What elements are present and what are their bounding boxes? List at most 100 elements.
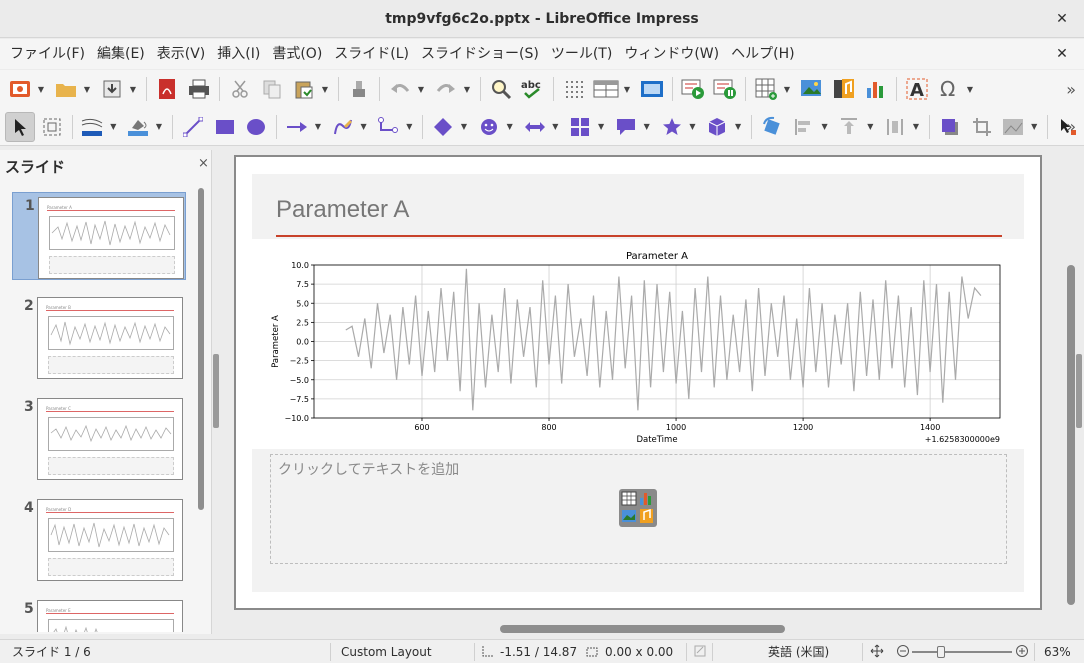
fit-slide-icon[interactable] [870, 644, 884, 660]
insert-textbox-icon[interactable]: A [902, 74, 932, 104]
zoom-pan-icon[interactable] [37, 112, 67, 142]
insert-table-icon[interactable] [751, 74, 781, 104]
block-arrows-icon[interactable] [520, 112, 550, 142]
basic-shapes-dropdown-icon[interactable]: ▼ [459, 112, 469, 142]
insert-audio-video-icon[interactable] [829, 74, 859, 104]
insert-chart-icon[interactable] [861, 74, 891, 104]
basic-shapes-icon[interactable] [428, 112, 458, 142]
filter-icon[interactable] [998, 112, 1028, 142]
redo-dropdown-icon[interactable]: ▼ [462, 74, 472, 104]
undo-dropdown-icon[interactable]: ▼ [416, 74, 426, 104]
master-slide-icon[interactable] [637, 74, 667, 104]
curves-dropdown-icon[interactable]: ▼ [359, 112, 369, 142]
language-status[interactable]: 英語 (米国) [768, 644, 829, 660]
display-grid-icon[interactable] [559, 74, 589, 104]
zoom-in-icon[interactable] [1015, 644, 1029, 660]
content-placeholder[interactable]: クリックしてテキストを追加 [270, 454, 1007, 564]
lines-arrows-dropdown-icon[interactable]: ▼ [313, 112, 323, 142]
paste-icon[interactable] [289, 74, 319, 104]
slide-thumbnail[interactable]: 3 Parameter C [12, 394, 186, 482]
fill-color-icon[interactable] [123, 112, 153, 142]
new-presentation-icon[interactable] [5, 74, 35, 104]
zoom-slider-handle[interactable] [937, 646, 945, 658]
slides-panel-close-icon[interactable]: × [198, 156, 209, 171]
symbol-shapes-dropdown-icon[interactable]: ▼ [505, 112, 515, 142]
new-dropdown-icon[interactable]: ▼ [36, 74, 46, 104]
horizontal-scroll-thumb[interactable] [500, 625, 785, 633]
clone-formatting-icon[interactable] [344, 74, 374, 104]
start-current-slide-icon[interactable] [710, 74, 740, 104]
curves-polygons-icon[interactable] [328, 112, 358, 142]
slide-thumbnail[interactable]: 4 Parameter D [12, 495, 186, 583]
zoom-out-icon[interactable] [896, 644, 910, 660]
menu-tools[interactable]: ツール(T) [545, 39, 618, 69]
undo-icon[interactable] [385, 74, 415, 104]
draw-line-icon[interactable] [178, 112, 208, 142]
special-character-dropdown-icon[interactable]: ▼ [965, 74, 975, 104]
3d-objects-dropdown-icon[interactable]: ▼ [733, 112, 743, 142]
menu-format[interactable]: 書式(O) [266, 39, 328, 69]
vertical-scroll-thumb[interactable] [1067, 265, 1075, 605]
filter-dropdown-icon[interactable]: ▼ [1029, 112, 1039, 142]
paste-dropdown-icon[interactable]: ▼ [320, 74, 330, 104]
flowchart-dropdown-icon[interactable]: ▼ [596, 112, 606, 142]
start-first-slide-icon[interactable] [678, 74, 708, 104]
draw-rectangle-icon[interactable] [210, 112, 240, 142]
connectors-icon[interactable] [374, 112, 404, 142]
rotate-icon[interactable] [757, 112, 787, 142]
callouts-dropdown-icon[interactable]: ▼ [642, 112, 652, 142]
stars-banners-icon[interactable] [657, 112, 687, 142]
toolbar-overflow-icon[interactable]: » [1066, 80, 1076, 99]
menu-slide[interactable]: スライド(L) [328, 39, 415, 69]
slides-panel-scrollbar[interactable] [196, 188, 206, 632]
menu-help[interactable]: ヘルプ(H) [725, 39, 800, 69]
chart-image[interactable]: 10.0 7.5 5.0 2.5 0.0 −2.5 −5.0 −7.5 −10.0 600 800 1… [236, 239, 1024, 449]
3d-objects-icon[interactable] [702, 112, 732, 142]
stars-dropdown-icon[interactable]: ▼ [687, 112, 697, 142]
crop-icon[interactable] [967, 112, 997, 142]
save-dropdown-icon[interactable]: ▼ [128, 74, 138, 104]
display-views-icon[interactable] [591, 74, 621, 104]
insert-image-icon[interactable] [797, 74, 827, 104]
redo-icon[interactable] [431, 74, 461, 104]
line-color-dropdown-icon[interactable]: ▼ [108, 112, 118, 142]
special-character-icon[interactable]: Ω [934, 74, 964, 104]
export-pdf-icon[interactable] [152, 74, 182, 104]
select-pointer-icon[interactable] [5, 111, 35, 142]
flowchart-icon[interactable] [565, 112, 595, 142]
horizontal-scrollbar[interactable] [222, 622, 1064, 636]
align-objects-icon[interactable] [789, 112, 819, 142]
distribute-dropdown-icon[interactable]: ▼ [911, 112, 921, 142]
zoom-slider[interactable] [912, 651, 1012, 653]
arrange-dropdown-icon[interactable]: ▼ [865, 112, 875, 142]
lines-arrows-icon[interactable] [282, 112, 312, 142]
menu-insert[interactable]: 挿入(I) [211, 39, 266, 69]
zoom-level-status[interactable]: 63% [1044, 644, 1071, 660]
slide-thumbnail[interactable]: 5 Parameter E [12, 596, 186, 632]
slide-thumbnail[interactable]: 2 Parameter B [12, 293, 186, 381]
slide-canvas[interactable]: Parameter A 10.0 7.5 5.0 2.5 0.0 −2.5 −5.0 −7.5… [234, 155, 1042, 610]
menu-view[interactable]: 表示(V) [151, 39, 212, 69]
layout-status[interactable]: Custom Layout [341, 644, 432, 660]
slide-title[interactable]: Parameter A [276, 196, 409, 224]
connectors-dropdown-icon[interactable]: ▼ [404, 112, 414, 142]
open-folder-icon[interactable] [51, 74, 81, 104]
menu-file[interactable]: ファイル(F) [4, 39, 91, 69]
draw-ellipse-icon[interactable] [241, 112, 271, 142]
arrange-icon[interactable] [835, 112, 865, 142]
menu-edit[interactable]: 編集(E) [91, 39, 151, 69]
views-dropdown-icon[interactable]: ▼ [622, 74, 632, 104]
find-replace-icon[interactable] [486, 74, 516, 104]
line-color-icon[interactable] [78, 112, 108, 142]
right-sidebar-collapse-handle[interactable] [1076, 354, 1082, 428]
left-sidebar-collapse-handle[interactable] [213, 354, 219, 428]
slide-thumbnail[interactable]: 1 Parameter A [12, 192, 186, 280]
window-close-icon[interactable]: ✕ [1052, 9, 1072, 29]
slides-panel-scroll-thumb[interactable] [198, 188, 204, 510]
menu-slideshow[interactable]: スライドショー(S) [415, 39, 545, 69]
cut-icon[interactable] [225, 74, 255, 104]
insert-object-icon[interactable] [619, 489, 657, 527]
copy-icon[interactable] [257, 74, 287, 104]
save-icon[interactable] [97, 74, 127, 104]
table-dropdown-icon[interactable]: ▼ [782, 74, 792, 104]
